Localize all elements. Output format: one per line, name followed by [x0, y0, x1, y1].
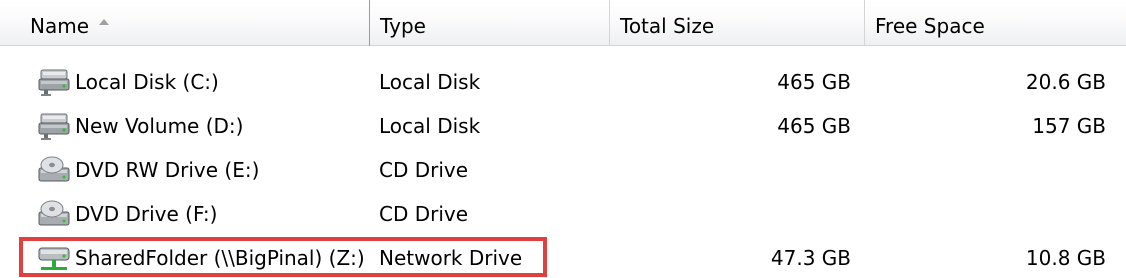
drive-icon-cell — [37, 192, 73, 236]
hard-disk-icon — [38, 69, 70, 96]
drive-free-space: 157 GB — [1032, 114, 1106, 138]
dvd-drive-icon — [38, 156, 70, 182]
column-header-type-label: Type — [380, 14, 426, 38]
column-header-total-size-label: Total Size — [620, 14, 715, 38]
drive-name: DVD RW Drive (E:) — [75, 158, 260, 182]
drive-row-e[interactable]: DVD RW Drive (E:) CD Drive — [0, 148, 1126, 192]
network-drive-icon — [38, 247, 70, 270]
column-header-name[interactable]: Name — [0, 0, 370, 46]
drive-list-view: Name Type Total Size Free Space Local Di… — [0, 0, 1126, 278]
drive-total-size — [610, 192, 851, 236]
drive-total-size: 465 GB — [777, 70, 851, 94]
drive-icon-cell — [37, 104, 73, 148]
drive-type: Local Disk — [379, 114, 481, 138]
drive-total-size: 47.3 GB — [770, 246, 851, 270]
drive-type: Network Drive — [379, 246, 523, 270]
drive-name: SharedFolder (\\BigPinal) (Z:) — [75, 246, 365, 270]
drive-row-z[interactable]: SharedFolder (\\BigPinal) (Z:) Network D… — [0, 236, 1126, 278]
column-header-free-space-label: Free Space — [875, 14, 985, 38]
drive-free-space — [865, 148, 1106, 192]
drive-row-d[interactable]: New Volume (D:) Local Disk 465 GB 157 GB — [0, 104, 1126, 148]
drive-icon-cell — [37, 236, 73, 278]
drive-type: Local Disk — [379, 70, 481, 94]
drive-type: CD Drive — [379, 158, 469, 182]
drive-rows: Local Disk (C:) Local Disk 465 GB 20.6 G… — [0, 60, 1126, 278]
drive-icon-cell — [37, 148, 73, 192]
drive-name: New Volume (D:) — [75, 114, 244, 138]
drive-free-space: 10.8 GB — [1025, 246, 1106, 270]
drive-row-c[interactable]: Local Disk (C:) Local Disk 465 GB 20.6 G… — [0, 60, 1126, 104]
column-header-name-label: Name — [30, 14, 90, 38]
drive-total-size — [610, 148, 851, 192]
hard-disk-icon — [38, 113, 70, 140]
dvd-drive-icon — [38, 200, 70, 226]
drive-icon-cell — [37, 60, 73, 104]
column-header-free-space[interactable]: Free Space — [865, 0, 1126, 46]
column-header-total-size[interactable]: Total Size — [610, 0, 865, 46]
drive-total-size: 465 GB — [777, 114, 851, 138]
column-header-row: Name Type Total Size Free Space — [0, 0, 1126, 46]
drive-name: Local Disk (C:) — [75, 70, 219, 94]
sort-ascending-icon — [99, 19, 110, 25]
drive-free-space — [865, 192, 1106, 236]
drive-type: CD Drive — [379, 202, 469, 226]
drive-name: DVD Drive (F:) — [75, 202, 218, 226]
drive-row-f[interactable]: DVD Drive (F:) CD Drive — [0, 192, 1126, 236]
column-header-type[interactable]: Type — [370, 0, 610, 46]
drive-free-space: 20.6 GB — [1025, 70, 1106, 94]
